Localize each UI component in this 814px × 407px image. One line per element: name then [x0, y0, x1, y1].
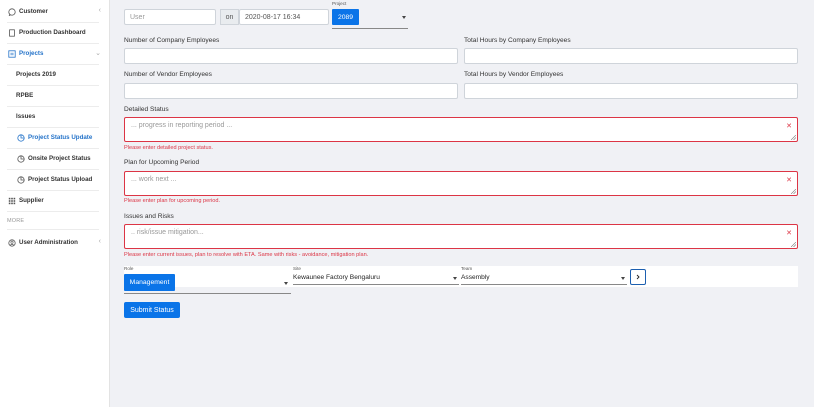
sidebar-item-production-dashboard[interactable]: Production Dashboard [0, 23, 110, 43]
plan-placeholder: ... work next ... [131, 176, 177, 183]
pie-chart-icon [16, 154, 25, 163]
caret-down-icon [284, 282, 288, 285]
section-label-more: MORE [7, 218, 25, 224]
resize-grip-icon[interactable] [791, 135, 796, 140]
divider [7, 229, 99, 230]
document-icon [7, 28, 16, 37]
issues-textarea[interactable]: .. risk/issue mitigation... ✕ [124, 224, 798, 249]
company-hours-input[interactable] [464, 48, 798, 64]
issues-placeholder: .. risk/issue mitigation... [131, 229, 204, 236]
vendor-hours-input[interactable] [464, 83, 798, 99]
team-select-underline [461, 284, 627, 285]
caret-down-icon [453, 277, 457, 280]
chat-bubble-icon [7, 7, 16, 16]
sidebar-item-label: Onsite Project Status [28, 155, 91, 162]
sidebar-item-label: User Administration [19, 239, 78, 246]
detailed-status-label: Detailed Status [124, 106, 169, 113]
site-label: Site [293, 266, 301, 271]
error-x-icon: ✕ [786, 177, 792, 184]
sidebar-item-label: Issues [16, 113, 36, 120]
caret-down-icon [402, 16, 406, 19]
error-x-icon: ✕ [786, 123, 792, 130]
site-select-underline [293, 284, 459, 285]
detailed-status-placeholder: ... progress in reporting period ... [131, 122, 233, 129]
sidebar-item-project-status-upload[interactable]: Project Status Upload [0, 170, 110, 190]
team-label: Team [461, 266, 473, 271]
divider [7, 211, 99, 212]
resize-grip-icon[interactable] [791, 189, 796, 194]
sidebar-item-supplier[interactable]: Supplier [0, 191, 110, 211]
sidebar-item-onsite-project-status[interactable]: Onsite Project Status [0, 149, 110, 169]
resize-grip-icon[interactable] [791, 242, 796, 247]
plan-textarea[interactable]: ... work next ... ✕ [124, 171, 798, 196]
vendor-hours-label: Total Hours by Vendor Employees [464, 71, 564, 78]
pie-chart-icon [16, 175, 25, 184]
sidebar-item-label: RPBE [16, 92, 34, 99]
company-employees-label: Number of Company Employees [124, 37, 220, 44]
sidebar-item-projects[interactable]: Projects ⌄ [0, 44, 110, 64]
pie-chart-icon [16, 133, 25, 142]
sidebar-item-label: Supplier [19, 197, 44, 204]
sidebar-item-label: Production Dashboard [19, 29, 86, 36]
role-select-value[interactable]: Management [124, 274, 175, 291]
sidebar-item-label: Customer [19, 8, 48, 15]
submit-status-button[interactable]: Submit Status [124, 302, 180, 318]
site-select-value[interactable]: Kewaunee Factory Bengaluru [293, 274, 380, 281]
plan-error: Please enter plan for upcoming period. [124, 198, 221, 204]
user-icon [7, 238, 16, 247]
sidebar-item-rpbe[interactable]: RPBE [0, 86, 110, 106]
sidebar-item-user-administration[interactable]: User Administration ‹ [0, 233, 110, 253]
chevron-down-icon: ⌄ [95, 50, 101, 57]
project-label: Project [332, 1, 347, 6]
detailed-status-textarea[interactable]: ... progress in reporting period ... ✕ [124, 117, 798, 142]
on-addon: on [220, 9, 239, 25]
vendor-employees-label: Number of Vendor Employees [124, 71, 212, 78]
sidebar-item-label: Projects [19, 50, 44, 57]
sidebar-item-label: Projects 2019 [16, 71, 56, 78]
issues-label: Issues and Risks [124, 213, 174, 220]
sidebar-item-customer[interactable]: Customer ‹ [0, 2, 110, 22]
vendor-employees-input[interactable] [124, 83, 458, 99]
error-x-icon: ✕ [786, 230, 792, 237]
role-select-underline [124, 293, 291, 294]
user-input[interactable]: User [124, 9, 216, 25]
project-select-value[interactable]: 2089 [332, 9, 359, 25]
sidebar-item-label: Project Status Upload [28, 176, 93, 183]
role-label: Role [124, 266, 134, 271]
caret-down-icon [621, 277, 625, 280]
next-button[interactable] [630, 269, 646, 285]
company-hours-label: Total Hours by Company Employees [464, 37, 571, 44]
project-select-underline [332, 28, 408, 29]
sidebar-item-projects-2019[interactable]: Projects 2019 [0, 65, 110, 85]
sidebar: Customer ‹ Production Dashboard Projects… [0, 0, 110, 407]
grid-icon [7, 196, 16, 205]
chevron-left-icon: ‹ [98, 7, 101, 14]
sidebar-item-project-status-update[interactable]: Project Status Update [0, 128, 110, 148]
sidebar-item-issues[interactable]: Issues [0, 107, 110, 127]
main-content: User on 2020-08-17 16:34 Project 2089 Nu… [110, 0, 814, 407]
chevron-left-icon: ‹ [98, 238, 101, 245]
issues-error: Please enter current issues, plan to res… [124, 252, 369, 258]
datetime-input[interactable]: 2020-08-17 16:34 [239, 9, 329, 25]
company-employees-input[interactable] [124, 48, 458, 64]
detailed-status-error: Please enter detailed project status. [124, 145, 213, 151]
plan-label: Plan for Upcoming Period [124, 159, 200, 166]
folder-icon [7, 49, 16, 58]
team-select-value[interactable]: Assembly [461, 274, 490, 281]
sidebar-item-label: Project Status Update [28, 134, 93, 141]
chevron-right-icon [636, 274, 640, 280]
